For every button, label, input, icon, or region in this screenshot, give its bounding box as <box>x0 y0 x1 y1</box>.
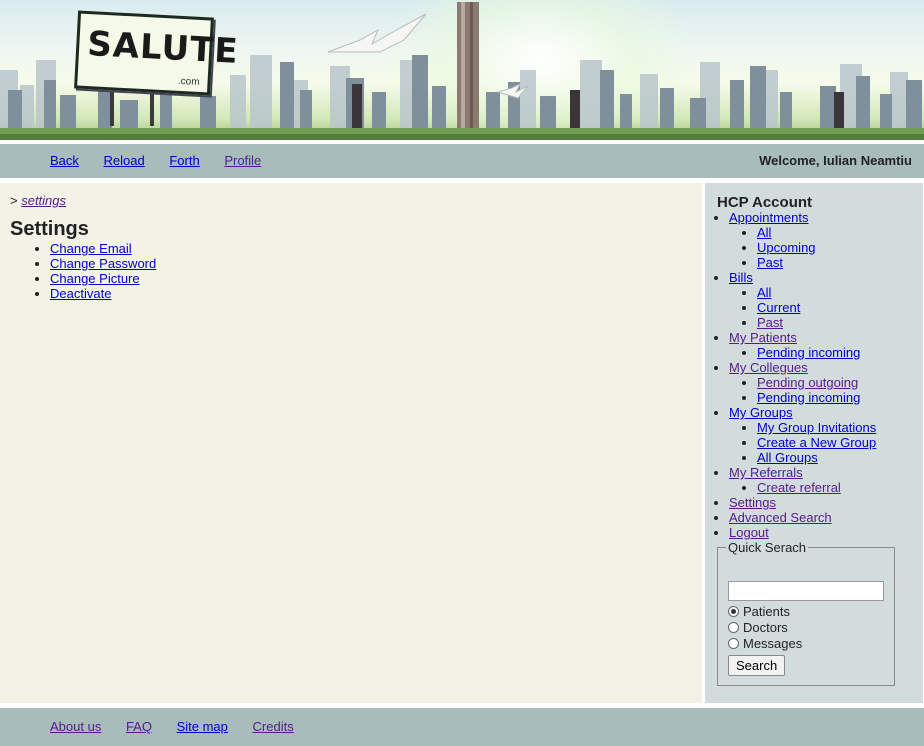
change-email-link[interactable]: Change Email <box>50 241 132 256</box>
list-item: Pending incoming <box>757 390 876 405</box>
footer-bar: About us FAQ Site map Credits <box>0 708 924 746</box>
site-map-link[interactable]: Site map <box>177 719 228 734</box>
list-item: Create referral <box>757 480 876 495</box>
list-item: Pending outgoing <box>757 375 876 390</box>
logo-text: SALUTE <box>86 24 240 72</box>
bills-past-link[interactable]: Past <box>757 315 783 330</box>
appointments-all-link[interactable]: All <box>757 225 771 240</box>
my-collegues-link[interactable]: My Collegues <box>729 360 808 375</box>
breadcrumb-settings-link[interactable]: settings <box>21 193 66 208</box>
list-item: Create a New Group <box>757 435 876 450</box>
radio-selected-icon <box>728 606 739 617</box>
list-item: All <box>757 225 876 240</box>
radio-doctors[interactable]: Doctors <box>728 620 788 635</box>
create-referral-link[interactable]: Create referral <box>757 480 841 495</box>
radio-unselected-icon <box>728 622 739 633</box>
salute-logo-billboard: SALUTE .com <box>74 10 240 96</box>
quick-search-input[interactable] <box>728 581 884 601</box>
quick-search-legend: Quick Serach <box>728 540 807 555</box>
deactivate-link[interactable]: Deactivate <box>50 286 111 301</box>
list-item: Current <box>757 300 876 315</box>
radio-messages-label: Messages <box>743 636 803 651</box>
list-item: Change Picture <box>50 271 156 286</box>
appointments-upcoming-link[interactable]: Upcoming <box>757 240 816 255</box>
footer-links: About us FAQ Site map Credits <box>50 719 315 734</box>
faq-link[interactable]: FAQ <box>126 719 152 734</box>
list-item: My Group Invitations <box>757 420 876 435</box>
bills-link[interactable]: Bills <box>729 270 753 285</box>
all-groups-link[interactable]: All Groups <box>757 450 818 465</box>
radio-patients-label: Patients <box>743 604 790 619</box>
top-nav-links: Back Reload Forth Profile <box>50 153 282 168</box>
list-item: Upcoming <box>757 240 876 255</box>
radio-doctors-label: Doctors <box>743 620 788 635</box>
sidebar-item-bills: Bills All Current Past <box>729 270 876 330</box>
list-item: All <box>757 285 876 300</box>
sidebar-item-appointments: Appointments All Upcoming Past <box>729 210 876 270</box>
radio-unselected-icon <box>728 638 739 649</box>
welcome-message: Welcome, Iulian Neamtiu <box>759 153 912 168</box>
create-group-link[interactable]: Create a New Group <box>757 435 876 450</box>
collegues-pending-outgoing-link[interactable]: Pending outgoing <box>757 375 858 390</box>
list-item: Pending incoming <box>757 345 876 360</box>
sidebar-item-my-referrals: My Referrals Create referral <box>729 465 876 495</box>
change-picture-link[interactable]: Change Picture <box>50 271 140 286</box>
site-banner: SALUTE .com <box>0 0 924 140</box>
about-us-link[interactable]: About us <box>50 719 101 734</box>
sidebar-item-settings: Settings <box>729 495 876 510</box>
collegues-pending-incoming-link[interactable]: Pending incoming <box>757 390 860 405</box>
list-item: All Groups <box>757 450 876 465</box>
patients-pending-incoming-link[interactable]: Pending incoming <box>757 345 860 360</box>
settings-options-list: Change Email Change Password Change Pict… <box>10 241 156 301</box>
credits-link[interactable]: Credits <box>253 719 294 734</box>
sidebar-item-my-collegues: My Collegues Pending outgoing Pending in… <box>729 360 876 405</box>
advanced-search-link[interactable]: Advanced Search <box>729 510 832 525</box>
breadcrumb: > settings <box>10 193 66 208</box>
account-sidebar: HCP Account Appointments All Upcoming Pa… <box>705 183 923 703</box>
breadcrumb-separator: > <box>10 193 18 208</box>
sidebar-item-my-patients: My Patients Pending incoming <box>729 330 876 360</box>
page-title: Settings <box>10 218 89 240</box>
logo-subtext: .com <box>177 75 200 88</box>
my-groups-link[interactable]: My Groups <box>729 405 793 420</box>
settings-link[interactable]: Settings <box>729 495 776 510</box>
search-button[interactable]: Search <box>728 655 786 676</box>
sidebar-item-my-groups: My Groups My Group Invitations Create a … <box>729 405 876 465</box>
main-content: > settings Settings Change Email Change … <box>0 183 702 703</box>
bills-all-link[interactable]: All <box>757 285 771 300</box>
appointments-link[interactable]: Appointments <box>729 210 809 225</box>
sidebar-item-advanced-search: Advanced Search <box>729 510 876 525</box>
reload-link[interactable]: Reload <box>104 153 145 168</box>
sidebar-item-logout: Logout <box>729 525 876 540</box>
my-referrals-link[interactable]: My Referrals <box>729 465 803 480</box>
quick-search-box: Quick Serach Patients Doctors Messages S… <box>717 540 895 686</box>
list-item: Change Password <box>50 256 156 271</box>
change-password-link[interactable]: Change Password <box>50 256 156 271</box>
list-item: Change Email <box>50 241 156 256</box>
group-invitations-link[interactable]: My Group Invitations <box>757 420 876 435</box>
list-item: Deactivate <box>50 286 156 301</box>
list-item: Past <box>757 255 876 270</box>
profile-link[interactable]: Profile <box>224 153 261 168</box>
sidebar-nav: Appointments All Upcoming Past Bills All… <box>717 210 876 540</box>
top-nav-bar: Back Reload Forth Profile Welcome, Iulia… <box>0 144 924 178</box>
my-patients-link[interactable]: My Patients <box>729 330 797 345</box>
bills-current-link[interactable]: Current <box>757 300 800 315</box>
list-item: Past <box>757 315 876 330</box>
appointments-past-link[interactable]: Past <box>757 255 783 270</box>
logout-link[interactable]: Logout <box>729 525 769 540</box>
radio-patients[interactable]: Patients <box>728 604 790 619</box>
sidebar-title: HCP Account <box>717 194 813 211</box>
forth-link[interactable]: Forth <box>169 153 199 168</box>
back-link[interactable]: Back <box>50 153 79 168</box>
radio-messages[interactable]: Messages <box>728 636 802 651</box>
